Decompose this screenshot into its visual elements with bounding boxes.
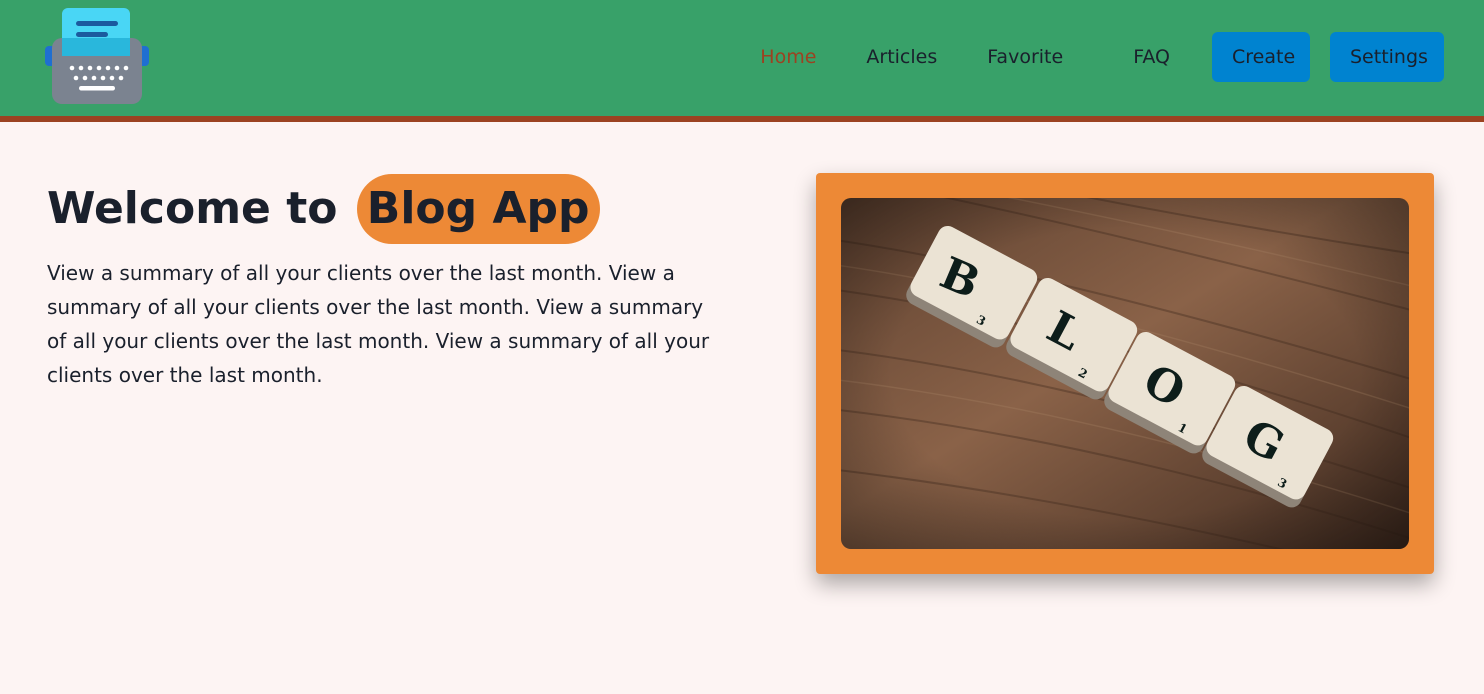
typewriter-icon[interactable] [45, 8, 149, 108]
nav-home[interactable]: Home [760, 32, 816, 82]
hero-image: B 3 L 2 O 1 G 3 [841, 198, 1409, 549]
hero-description: View a summary of all your clients over … [47, 261, 710, 387]
nav-faq[interactable]: FAQ [1133, 32, 1170, 82]
settings-button[interactable]: Settings [1330, 32, 1444, 82]
top-navbar: Home Articles Favorite FAQ Create Settin… [0, 0, 1484, 122]
nav-favorite[interactable]: Favorite [987, 32, 1063, 82]
create-button[interactable]: Create [1212, 32, 1310, 82]
nav-articles[interactable]: Articles [866, 32, 937, 82]
hero-title-prefix: Welcome to [47, 183, 338, 234]
hero-image-frame: B 3 L 2 O 1 G 3 [816, 173, 1434, 574]
hero-title: Welcome to Blog App [47, 174, 600, 244]
main-nav: Home Articles Favorite FAQ Create Settin… [760, 32, 1444, 82]
hero-title-highlight: Blog App [356, 174, 600, 244]
